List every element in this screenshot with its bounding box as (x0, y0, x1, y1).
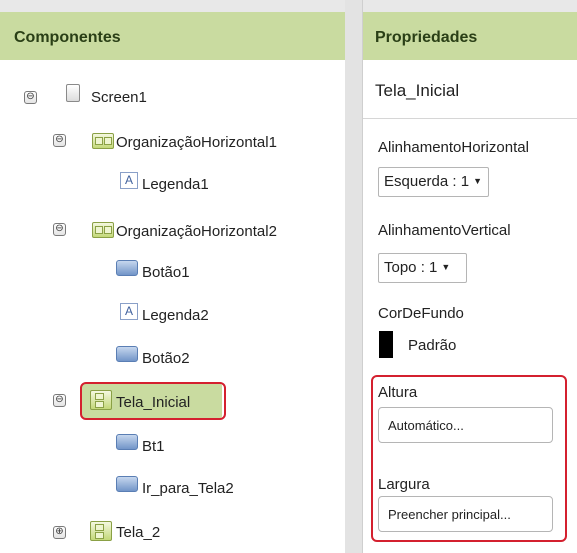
alinhamento-horizontal-select[interactable]: Esquerda : 1 ▼ (378, 167, 489, 197)
button-icon (116, 346, 138, 362)
button-icon (116, 434, 138, 450)
alinhamento-horizontal-label: AlinhamentoHorizontal (378, 139, 529, 156)
screen-icon (66, 84, 80, 102)
tree-item-label: Bt1 (142, 438, 165, 455)
components-title: Componentes (14, 29, 121, 46)
tree-item-label: Tela_2 (116, 524, 161, 541)
collapse-toggle-icon[interactable]: ⊖ (53, 134, 66, 147)
chevron-down-icon: ▼ (473, 176, 482, 186)
color-swatch[interactable] (379, 331, 393, 358)
horizontal-arrangement-icon (92, 133, 114, 149)
tree-item-label: Botão1 (142, 264, 190, 281)
collapse-toggle-icon[interactable]: ⊖ (24, 91, 37, 104)
vertical-arrangement-icon (90, 521, 112, 541)
tree-item-label: Legenda1 (142, 176, 209, 193)
alinhamento-vertical-label: AlinhamentoVertical (378, 222, 511, 239)
tree-item-label: OrganizaçãoHorizontal2 (116, 223, 277, 240)
select-value: Esquerda : 1 (384, 173, 470, 190)
button-icon (116, 260, 138, 276)
collapse-toggle-icon[interactable]: ⊖ (53, 223, 66, 236)
cor-de-fundo-value[interactable]: Padrão (408, 337, 456, 354)
pane-splitter[interactable] (345, 0, 362, 553)
expand-toggle-icon[interactable]: ⊕ (53, 526, 66, 539)
tree-item-label: Tela_Inicial (116, 394, 191, 411)
tree-item-label: Ir_para_Tela2 (142, 480, 234, 497)
label-icon: A (120, 303, 138, 320)
alinhamento-vertical-select[interactable]: Topo : 1 ▼ (378, 253, 467, 283)
altura-label: Altura (378, 384, 418, 401)
properties-panel: Propriedades Tela_Inicial AlinhamentoHor… (362, 0, 577, 553)
horizontal-arrangement-icon (92, 222, 114, 238)
label-icon: A (120, 172, 138, 189)
properties-title: Propriedades (375, 29, 478, 46)
tree-item-label: Screen1 (91, 89, 147, 106)
divider (363, 118, 577, 119)
chevron-down-icon: ▼ (441, 262, 451, 272)
components-panel: Componentes ⊖ Screen1 ⊖ OrganizaçãoHoriz… (0, 0, 346, 553)
selected-component-name: Tela_Inicial (375, 81, 460, 100)
vertical-arrangement-icon (90, 390, 112, 410)
altura-field[interactable]: Automático... (378, 407, 553, 443)
largura-field[interactable]: Preencher principal... (378, 496, 553, 532)
tree-item-label: OrganizaçãoHorizontal1 (116, 134, 277, 151)
collapse-toggle-icon[interactable]: ⊖ (53, 394, 66, 407)
button-icon (116, 476, 138, 492)
select-value: Topo : 1 (384, 259, 438, 276)
components-header: Componentes (0, 0, 345, 60)
properties-header: Propriedades (363, 0, 577, 60)
largura-label: Largura (378, 476, 430, 493)
tree-item-label: Legenda2 (142, 307, 209, 324)
tree-item-label: Botão2 (142, 350, 190, 367)
cor-de-fundo-label: CorDeFundo (378, 305, 464, 322)
